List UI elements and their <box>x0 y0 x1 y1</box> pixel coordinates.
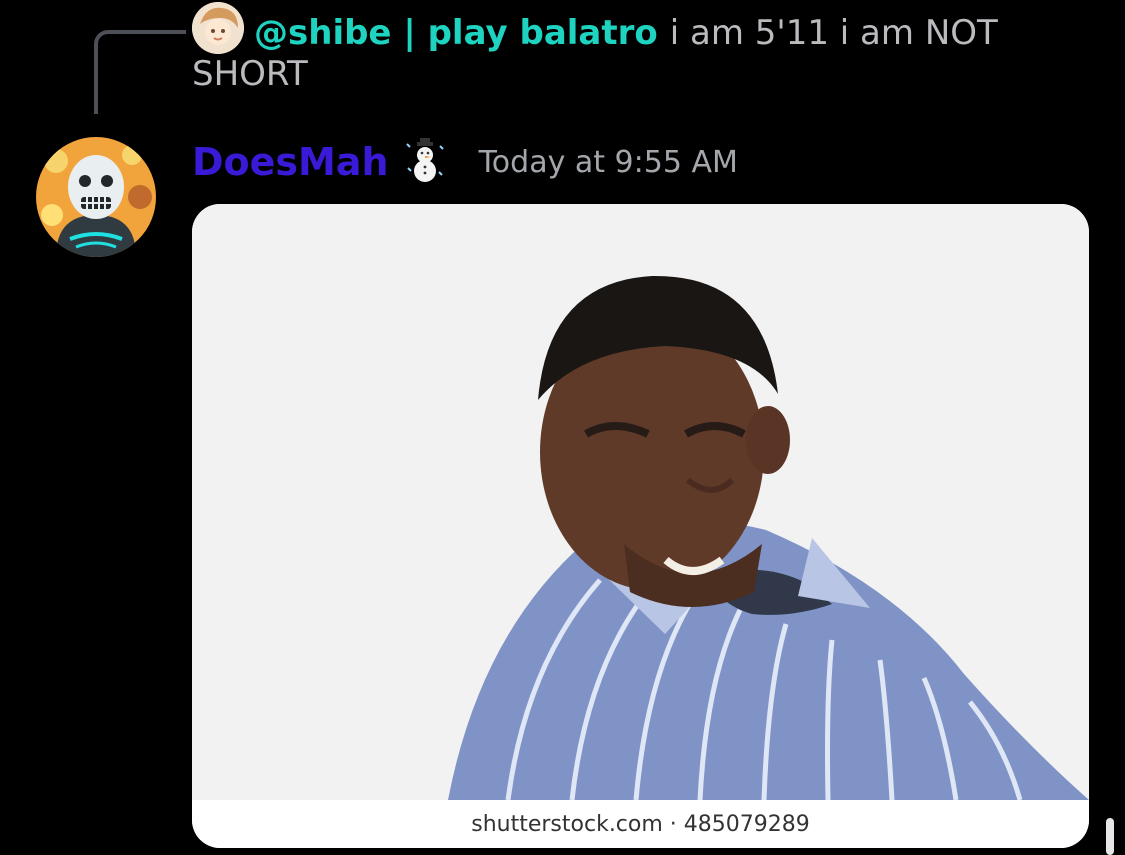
reply-avatar[interactable] <box>192 2 244 54</box>
reply-connector <box>94 30 186 114</box>
image-attachment[interactable]: shutterstock.com · 485079289 <box>192 204 1089 848</box>
reply-username[interactable]: @shibe | play balatro <box>254 13 658 53</box>
image-watermark: shutterstock.com · 485079289 <box>192 800 1089 848</box>
user-avatar[interactable] <box>36 137 156 257</box>
scrollbar[interactable] <box>1106 818 1114 855</box>
message-username[interactable]: DoesMah <box>192 140 389 184</box>
snowman-icon <box>401 136 449 186</box>
message-timestamp[interactable]: Today at 9:55 AM <box>479 145 738 180</box>
stock-photo-image <box>192 204 1089 800</box>
message-header: DoesMah Today at 9:55 AM <box>192 132 738 192</box>
reply-preview[interactable]: @shibe | play balatro i am 5'11 i am NOT … <box>192 2 1072 94</box>
